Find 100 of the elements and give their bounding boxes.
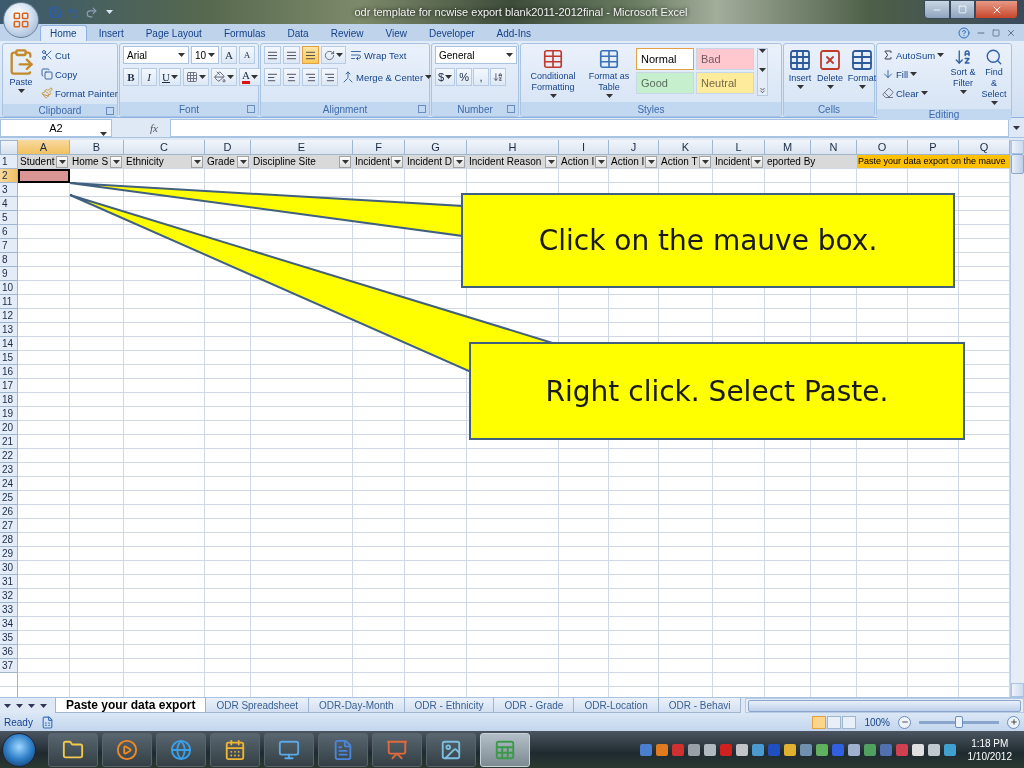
row-number[interactable]: 6 <box>0 225 18 239</box>
filter-button[interactable] <box>545 155 557 168</box>
ribbon-tab[interactable]: Page Layout <box>135 25 212 41</box>
row-number[interactable]: 1 <box>0 155 18 169</box>
column-header[interactable]: P <box>908 140 959 155</box>
filter-button[interactable] <box>339 155 351 168</box>
percent-button[interactable]: % <box>456 68 473 86</box>
taskbar-button[interactable] <box>48 732 98 767</box>
row-number[interactable]: 34 <box>0 617 18 631</box>
column-header[interactable]: M <box>765 140 811 155</box>
tray-icon[interactable] <box>751 743 764 756</box>
row-number[interactable]: 9 <box>0 267 18 281</box>
filter-button[interactable] <box>453 155 465 168</box>
fill-button[interactable]: Fill <box>880 65 947 83</box>
taskbar-button[interactable] <box>426 732 476 767</box>
row-number[interactable]: 10 <box>0 281 18 295</box>
maximize-button[interactable] <box>950 0 975 19</box>
font-name-field[interactable]: Arial <box>123 46 189 64</box>
align-right-button[interactable] <box>302 68 319 86</box>
italic-button[interactable]: I <box>141 68 157 86</box>
sort-filter-button[interactable]: Sort & Filter <box>949 46 978 96</box>
tray-icon[interactable] <box>815 743 828 756</box>
zoom-thumb[interactable] <box>955 715 963 728</box>
insert-button[interactable]: Insert <box>787 46 813 91</box>
currency-button[interactable]: $ <box>435 68 456 86</box>
row-number[interactable]: 11 <box>0 295 18 309</box>
font-size-field[interactable]: 10 <box>191 46 219 64</box>
sheet-tab[interactable]: ODR-Day-Month <box>308 698 405 713</box>
borders-button[interactable] <box>182 68 209 86</box>
name-box[interactable]: A2 <box>0 118 112 137</box>
vertical-scrollbar[interactable] <box>1010 140 1024 697</box>
office-button[interactable] <box>3 2 39 38</box>
vertical-align-button[interactable] <box>302 46 319 64</box>
column-header[interactable]: E <box>251 140 353 155</box>
row-number[interactable]: 33 <box>0 603 18 617</box>
column-header[interactable]: A <box>18 140 70 155</box>
zoom-level[interactable]: 100% <box>864 716 890 728</box>
row-number[interactable]: 32 <box>0 589 18 603</box>
tray-icon[interactable] <box>943 743 956 756</box>
sheet-tab[interactable]: ODR Spreadsheet <box>205 698 310 713</box>
row-number[interactable]: 23 <box>0 463 18 477</box>
tray-icon[interactable] <box>687 743 700 756</box>
row-number[interactable]: 5 <box>0 211 18 225</box>
taskbar-button[interactable] <box>210 732 260 767</box>
increase-decimal-button[interactable] <box>490 68 507 86</box>
taskbar-button[interactable] <box>318 732 368 767</box>
row-number[interactable]: 28 <box>0 533 18 547</box>
previous-sheet-button[interactable] <box>14 703 24 708</box>
column-header[interactable]: H <box>467 140 559 155</box>
wrap-text-button[interactable]: Wrap Text <box>348 46 409 64</box>
vertical-align-button[interactable] <box>283 46 300 64</box>
align-left-button[interactable] <box>264 68 281 86</box>
vertical-align-button[interactable] <box>264 46 281 64</box>
row-number[interactable]: 27 <box>0 519 18 533</box>
close-workbook-button[interactable] <box>1006 28 1016 38</box>
tray-icon[interactable] <box>783 743 796 756</box>
cut-button[interactable]: Cut <box>39 46 120 64</box>
column-header[interactable]: K <box>659 140 713 155</box>
gallery-scrollbar[interactable] <box>757 48 768 96</box>
filter-button[interactable] <box>645 155 657 168</box>
column-header[interactable]: O <box>857 140 908 155</box>
column-header[interactable]: I <box>559 140 609 155</box>
underline-button[interactable]: U <box>159 68 181 86</box>
row-number[interactable]: 35 <box>0 631 18 645</box>
taskbar-button[interactable] <box>102 732 152 767</box>
ribbon-tab[interactable]: Review <box>320 25 374 41</box>
decrease-indent-button[interactable] <box>321 68 338 86</box>
row-number[interactable]: 22 <box>0 449 18 463</box>
delete-button[interactable]: Delete <box>816 46 844 91</box>
ribbon-tab[interactable]: View <box>375 25 417 41</box>
row-number[interactable]: 29 <box>0 547 18 561</box>
cell-style[interactable]: Neutral <box>696 72 754 94</box>
row-number[interactable]: 20 <box>0 421 18 435</box>
row-number[interactable]: 12 <box>0 309 18 323</box>
row-number[interactable]: 2 <box>0 169 18 183</box>
cell-style[interactable]: Bad <box>696 48 754 70</box>
clear-button[interactable]: Clear <box>880 84 947 102</box>
row-number[interactable]: 30 <box>0 561 18 575</box>
ribbon-tab[interactable]: Developer <box>419 25 485 41</box>
sheet-tab[interactable]: ODR - Behavi <box>657 698 742 713</box>
conditional-formatting-button[interactable]: Conditional Formatting <box>524 46 582 100</box>
close-button[interactable] <box>975 0 1018 19</box>
next-sheet-button[interactable] <box>26 703 36 708</box>
column-header[interactable]: Q <box>959 140 1010 155</box>
ribbon-tab[interactable]: Add-Ins <box>486 25 542 41</box>
merge-center-button[interactable]: Merge & Center <box>340 68 435 86</box>
row-number[interactable]: 14 <box>0 337 18 351</box>
tray-icon[interactable] <box>911 743 924 756</box>
last-sheet-button[interactable] <box>38 703 48 708</box>
copy-button[interactable]: Copy <box>39 65 120 83</box>
selected-cell[interactable] <box>18 169 70 183</box>
tray-icon[interactable] <box>655 743 668 756</box>
scroll-thumb[interactable] <box>1011 154 1024 174</box>
row-number[interactable]: 4 <box>0 197 18 211</box>
formula-input[interactable] <box>170 118 1009 137</box>
macro-record-icon[interactable] <box>40 715 54 729</box>
grow-font-button[interactable]: A <box>221 46 237 64</box>
format-button[interactable]: Format <box>847 46 877 91</box>
row-number[interactable]: 8 <box>0 253 18 267</box>
tray-icon[interactable] <box>863 743 876 756</box>
